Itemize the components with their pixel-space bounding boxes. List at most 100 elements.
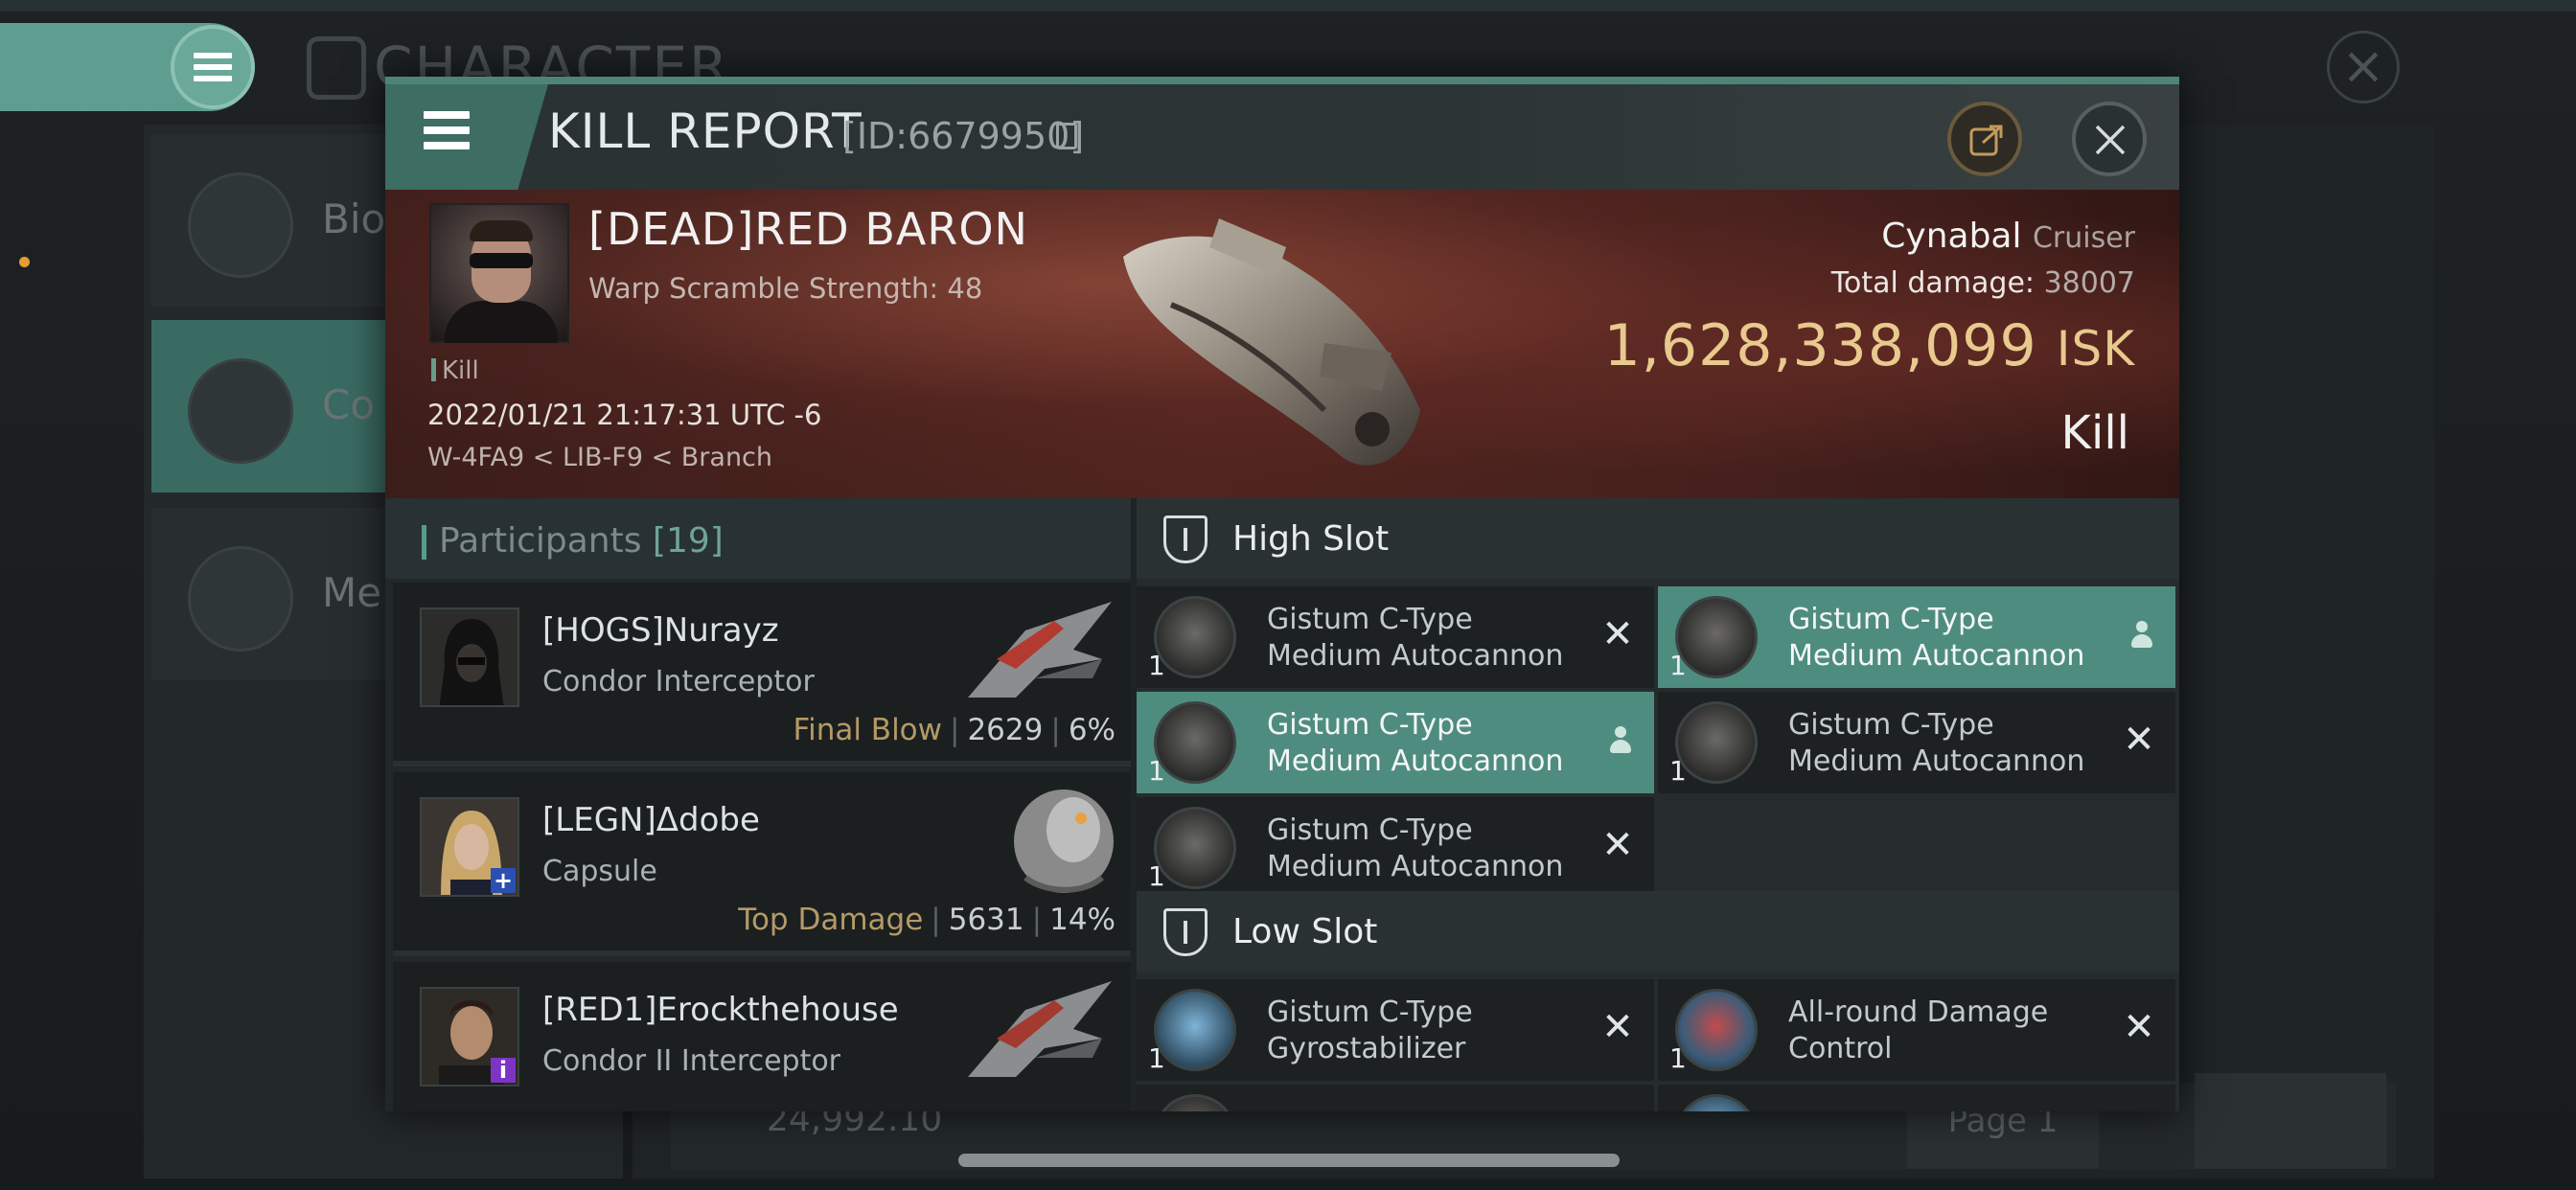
home-indicator[interactable] <box>958 1154 1620 1167</box>
bg-filter-button[interactable] <box>2195 1073 2386 1169</box>
top-damage-label: Top Damage <box>738 903 924 937</box>
destroyed-x-icon: ✕ <box>1601 823 1634 867</box>
module-name: Gistum C-Type Medium Autocannon <box>1267 812 1593 885</box>
module-item[interactable]: 1 Gistum C-Type Medium Autocannon ✕ <box>1137 586 1654 688</box>
dropped-person-icon <box>1608 726 1633 755</box>
ship-name[interactable]: Cynabal Cruiser <box>1881 217 2135 256</box>
victim-ship-image <box>1123 218 1420 466</box>
dropped-person-icon <box>2129 621 2154 650</box>
crossed-swords-icon <box>188 358 293 464</box>
participant-damage: 5631 <box>948 903 1024 937</box>
module-name: Gistum C-Type Medium Autocannon <box>1267 602 1593 675</box>
bg-close-button[interactable]: × <box>2327 31 2400 103</box>
participant-damage: 2629 <box>967 713 1044 747</box>
destroyed-x-icon: ✕ <box>1601 612 1634 656</box>
module-name: Gistum C-Type Gyrostabilizer <box>1267 995 1593 1067</box>
module-item[interactable]: 1 Gistum C-Type Medium Autocannon <box>1137 692 1654 793</box>
module-item-partial[interactable] <box>1658 1085 2175 1111</box>
module-item[interactable]: 1 Gistum C-Type Medium Autocannon ✕ <box>1658 692 2175 793</box>
module-name-line2: Medium Autocannon <box>1267 639 1564 673</box>
result-label: Kill <box>2060 406 2129 460</box>
kill-location: W-4FA9 < LIB-F9 < Branch <box>427 443 773 472</box>
top-bar <box>0 0 2576 11</box>
module-name-line2: Medium Autocannon <box>1788 744 2085 778</box>
victim-avatar[interactable] <box>429 203 569 343</box>
isk-amount: 1,628,338,099 <box>1603 312 2037 379</box>
module-name-line1: Gistum C-Type <box>1267 708 1473 742</box>
participants-header: Participants [19] <box>385 498 1131 579</box>
participant-avatar[interactable]: i <box>420 987 519 1087</box>
module-name: All-round Damage Control <box>1788 995 2114 1067</box>
info-badge-icon: i <box>491 1058 516 1083</box>
participant-ship: Condor II Interceptor <box>542 1044 841 1078</box>
module-item-partial[interactable] <box>1137 1085 1654 1111</box>
bg-menu-button[interactable] <box>171 25 255 109</box>
bg-nav-label: Co <box>322 381 376 428</box>
low-slot-header: Low Slot <box>1137 891 2179 972</box>
participant-avatar[interactable]: + <box>420 797 519 897</box>
module-name: Gistum C-Type Medium Autocannon <box>1267 707 1593 780</box>
ship-name-text: Cynabal <box>1881 217 2022 256</box>
participant-ship-image <box>968 981 1112 1077</box>
high-slot-header: High Slot <box>1137 498 2179 579</box>
participant-ship-image <box>968 602 1112 698</box>
modal-close-button[interactable] <box>2072 102 2147 176</box>
participants-title-text: Participants <box>439 521 642 561</box>
autocannon-icon <box>1154 701 1236 784</box>
module-name: Gistum C-Type Medium Autocannon <box>1788 707 2114 780</box>
kill-tag: Kill <box>431 356 479 385</box>
participant-stats: Top Damage | 5631 | 14% <box>738 903 1116 937</box>
report-id: [ID:6679950] <box>842 115 1085 157</box>
modal-accent-line <box>385 77 2179 84</box>
participant-name: [RED1]Erockthehouse <box>542 991 899 1029</box>
module-item[interactable]: 1 All-round Damage Control ✕ <box>1658 979 2175 1081</box>
participants-title: Participants [19] <box>439 521 724 561</box>
modal-title: KILL REPORT <box>548 103 862 159</box>
victim-name[interactable]: [DEAD]RED BARON <box>588 203 1028 255</box>
star-icon <box>188 546 293 652</box>
module-icon <box>1154 1094 1236 1111</box>
warp-scramble-strength: Warp Scramble Strength: 48 <box>588 272 983 305</box>
damage-control-icon <box>1675 989 1758 1071</box>
total-damage: Total damage: 38007 <box>1831 266 2135 300</box>
module-icon <box>1675 1094 1758 1111</box>
share-button[interactable] <box>1947 102 2022 176</box>
participant-row[interactable]: [HOGS]Nurayz Condor Interceptor Final Bl… <box>393 583 1131 767</box>
participant-name: [HOGS]Nurayz <box>542 611 779 650</box>
module-item[interactable]: 1 Gistum C-Type Medium Autocannon ✕ <box>1137 797 1654 899</box>
module-qty: 1 <box>1669 650 1687 681</box>
module-name-line1: Gistum C-Type <box>1267 603 1473 636</box>
kill-report-modal: KILL REPORT [ID:6679950] [DEAD]RED BARON… <box>385 77 2179 1111</box>
plus-badge-icon: + <box>491 868 516 893</box>
kill-timestamp: 2022/01/21 21:17:31 UTC -6 <box>427 399 822 431</box>
share-icon <box>1969 125 2003 156</box>
participant-percent: 6% <box>1068 713 1116 747</box>
copy-icon[interactable] <box>1056 123 1077 149</box>
module-name-line2: Gyrostabilizer <box>1267 1032 1466 1065</box>
participant-row[interactable]: + [LEGN]ᐃdobe Capsule Top Damage | 5631 | 14… <box>393 772 1131 956</box>
module-item[interactable]: 1 Gistum C-Type Medium Autocannon <box>1658 586 2175 688</box>
gyrostabilizer-icon <box>1154 989 1236 1071</box>
total-damage-value: 38007 <box>2043 266 2135 300</box>
hamburger-icon <box>194 53 232 81</box>
module-name-line1: Gistum C-Type <box>1267 995 1473 1029</box>
isk-unit: ISK <box>2056 321 2135 377</box>
module-name-line2: Control <box>1788 1032 1893 1065</box>
autocannon-icon <box>1154 807 1236 889</box>
module-qty: 1 <box>1148 1042 1165 1074</box>
isk-value: 1,628,338,099 ISK <box>1604 312 2135 379</box>
participant-name: [LEGN]ᐃdobe <box>542 801 760 839</box>
participant-row[interactable]: i [RED1]Erockthehouse Condor II Intercep… <box>393 962 1131 1111</box>
module-name-line1: Gistum C-Type <box>1788 603 1994 636</box>
participant-avatar[interactable] <box>420 607 519 707</box>
module-name-line2: Medium Autocannon <box>1267 744 1564 778</box>
module-qty: 1 <box>1148 650 1165 681</box>
module-name-line1: All-round Damage <box>1788 995 2049 1029</box>
autocannon-icon <box>1675 701 1758 784</box>
low-slot-title: Low Slot <box>1232 912 1378 951</box>
module-item[interactable]: 1 Gistum C-Type Gyrostabilizer ✕ <box>1137 979 1654 1081</box>
notification-dot <box>19 257 30 267</box>
destroyed-x-icon: ✕ <box>1601 1005 1634 1049</box>
total-damage-label: Total damage: <box>1830 266 2036 300</box>
module-qty: 1 <box>1669 1042 1687 1074</box>
